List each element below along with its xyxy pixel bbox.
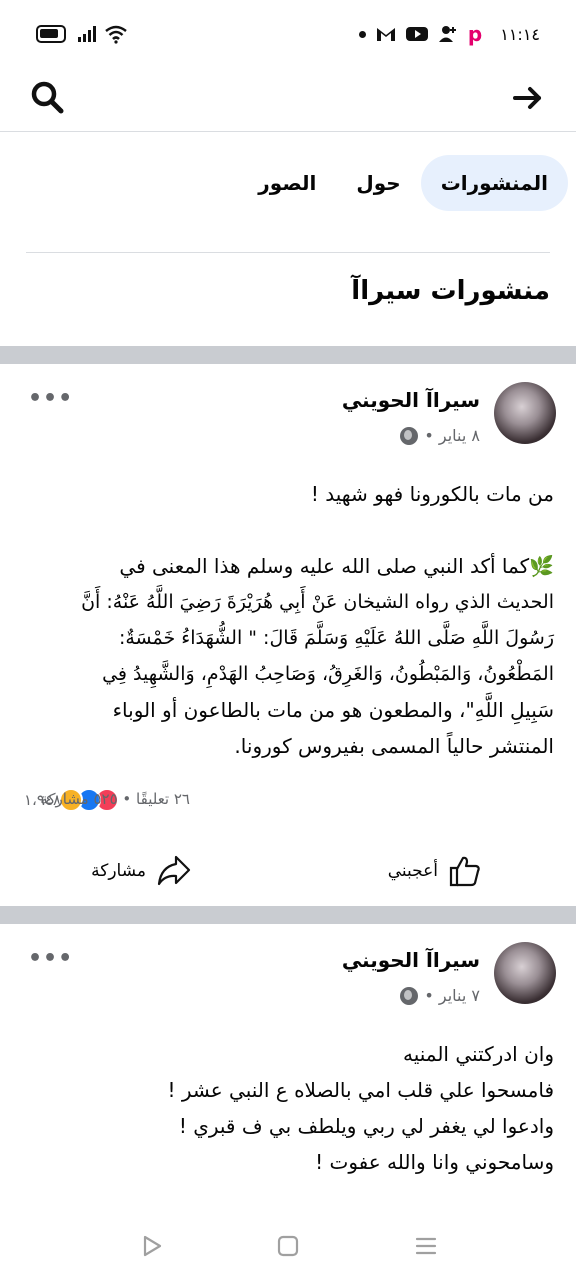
picsart-icon: p bbox=[467, 22, 483, 46]
post-line: 🌿كما أكد النبي صلى الله عليه وسلم هذا ال… bbox=[119, 554, 554, 578]
share-label: مشاركة bbox=[91, 861, 146, 881]
signal-icon bbox=[78, 26, 96, 42]
arrow-right-icon[interactable] bbox=[508, 78, 548, 118]
dot-icon bbox=[358, 30, 366, 38]
avatar[interactable] bbox=[494, 382, 556, 444]
post-meta: ٨ يناير • bbox=[400, 426, 480, 445]
post-line: فامسحوا علي قلب امي بالصلاه ع النبي عشر … bbox=[167, 1078, 554, 1102]
post-line: الحديث الذي رواه الشيخان عَنْ أَبِي هُرَ… bbox=[81, 591, 554, 613]
person-add-icon bbox=[438, 26, 456, 42]
globe-icon bbox=[400, 426, 419, 445]
globe-icon bbox=[400, 986, 419, 1005]
post-card: سيراآ الحويني ٨ يناير • ••• من مات بالكو… bbox=[0, 364, 576, 906]
back-triangle-icon[interactable] bbox=[138, 1232, 166, 1260]
tab-photos[interactable]: الصور bbox=[238, 155, 336, 211]
thumb-up-icon bbox=[449, 856, 480, 887]
post-date[interactable]: ٧ يناير • bbox=[424, 986, 480, 1005]
post-line: من مات بالكورونا فهو شهيد ! bbox=[310, 482, 554, 506]
avatar[interactable] bbox=[494, 942, 556, 1004]
post-line: سَبِيلِ اللَّهِ"، والمطعون هو من مات بال… bbox=[112, 698, 554, 722]
post-line: رَسُولَ اللَّهِ صَلَّى اللهُ عَلَيْهِ وَ… bbox=[118, 627, 554, 649]
post-line: وادعوا لي يغفر لي ربي ويلطف بي ف قبري ! bbox=[178, 1114, 554, 1138]
status-right: p ١١:١٤ bbox=[358, 22, 540, 46]
system-nav-bar bbox=[0, 1212, 576, 1280]
post-text: من مات بالكورونا فهو شهيد ! 🌿كما أكد الن… bbox=[22, 476, 554, 764]
divider bbox=[26, 252, 550, 253]
status-bar: p ١١:١٤ bbox=[0, 0, 576, 66]
tab-about[interactable]: حول bbox=[336, 155, 420, 211]
post-card: سيراآ الحويني ٧ يناير • ••• وان ادركتني … bbox=[0, 924, 576, 1212]
tab-posts[interactable]: المنشورات bbox=[420, 155, 568, 211]
share-arrow-icon bbox=[157, 855, 191, 886]
post-date[interactable]: ٨ يناير • bbox=[424, 426, 480, 445]
post-line: وان ادركتني المنيه bbox=[402, 1042, 554, 1066]
post-separator bbox=[0, 906, 576, 924]
battery-icon bbox=[36, 25, 66, 43]
section-separator bbox=[0, 346, 576, 364]
post-line: المَطْعُونُ، وَالمَبْطُونُ، وَالغَرِقُ، … bbox=[102, 663, 554, 685]
status-time: ١١:١٤ bbox=[500, 24, 540, 44]
wifi-icon bbox=[105, 25, 127, 44]
gmail-icon bbox=[376, 28, 395, 41]
share-button[interactable]: مشاركة bbox=[91, 854, 192, 888]
post-line: وسامحوني وانا والله عفوت ! bbox=[315, 1150, 554, 1174]
profile-tabs: المنشورات حول الصور bbox=[0, 152, 576, 214]
post-text: وان ادركتني المنيه فامسحوا علي قلب امي ب… bbox=[22, 1036, 554, 1180]
home-square-icon[interactable] bbox=[274, 1232, 302, 1260]
like-button[interactable]: أعجبني bbox=[388, 854, 482, 888]
post-author[interactable]: سيراآ الحويني bbox=[342, 388, 480, 412]
post-meta: ٧ يناير • bbox=[400, 986, 480, 1005]
like-label: أعجبني bbox=[387, 861, 438, 881]
status-left bbox=[36, 24, 128, 44]
post-author[interactable]: سيراآ الحويني bbox=[342, 948, 480, 972]
post-line-blank bbox=[22, 512, 554, 548]
youtube-icon bbox=[405, 27, 428, 41]
search-icon[interactable] bbox=[28, 78, 68, 118]
more-options-icon[interactable]: ••• bbox=[28, 946, 73, 971]
post-line: المنتشر حالياً المسمى بفيروس كورونا. bbox=[234, 734, 554, 758]
top-bar bbox=[0, 66, 576, 132]
section-title: منشورات سيراآ bbox=[351, 276, 550, 306]
recents-menu-icon[interactable] bbox=[412, 1232, 440, 1260]
comments-shares-stats[interactable]: ٢٦ تعليقًا • ٥٢٥ مشاركة bbox=[40, 790, 190, 808]
more-options-icon[interactable]: ••• bbox=[28, 386, 73, 411]
